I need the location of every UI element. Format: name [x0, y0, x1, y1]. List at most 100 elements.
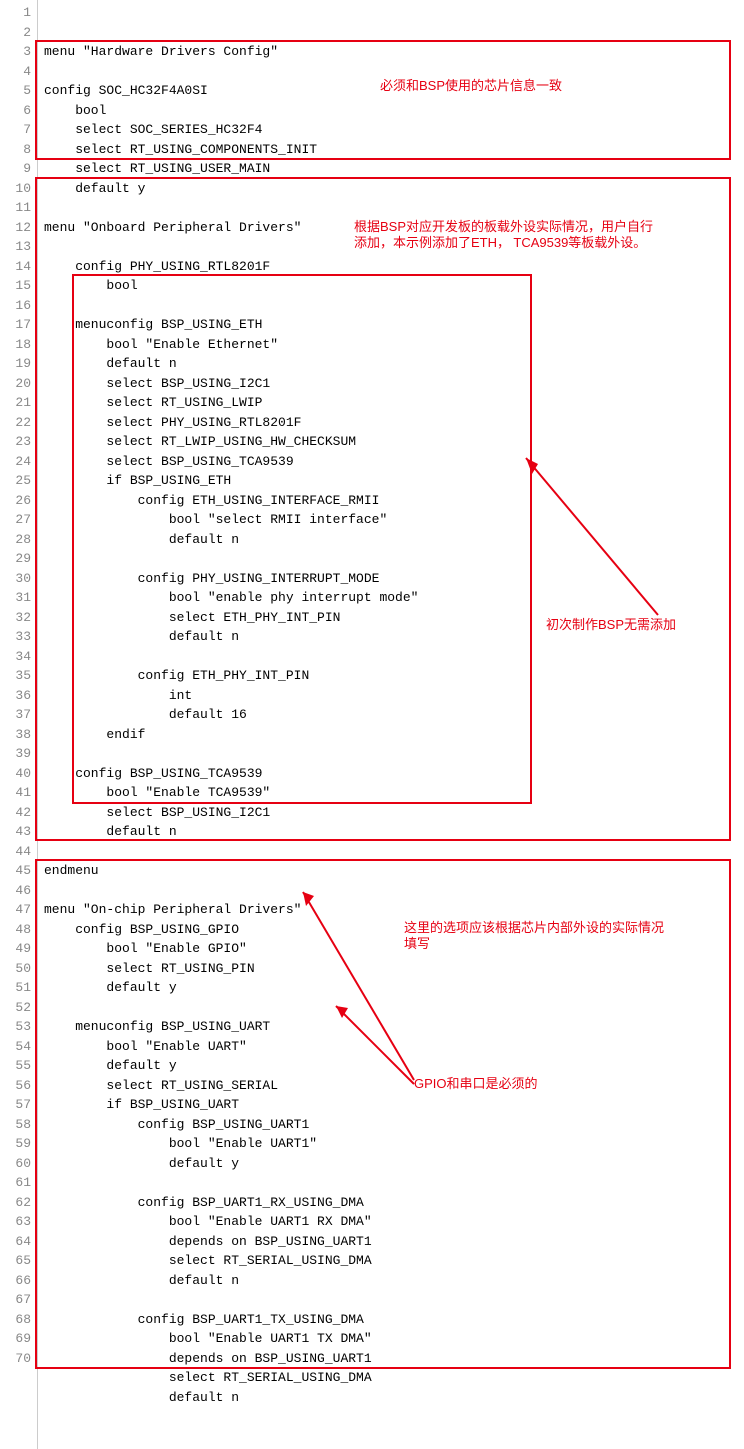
code-line: bool "Enable UART1 RX DMA": [44, 1212, 744, 1232]
line-number: 42: [0, 803, 31, 823]
code-line: select BSP_USING_TCA9539: [44, 452, 744, 472]
line-number: 19: [0, 354, 31, 374]
code-line: bool "Enable GPIO": [44, 939, 744, 959]
line-number: 16: [0, 296, 31, 316]
code-line: depends on BSP_USING_UART1: [44, 1349, 744, 1369]
code-line: config ETH_USING_INTERFACE_RMII: [44, 491, 744, 511]
code-line: default n: [44, 1388, 744, 1408]
line-number: 34: [0, 647, 31, 667]
code-line: select RT_USING_LWIP: [44, 393, 744, 413]
line-number: 69: [0, 1329, 31, 1349]
code-line: select RT_USING_USER_MAIN: [44, 159, 744, 179]
code-line: config BSP_USING_GPIO: [44, 920, 744, 940]
code-line: menu "Hardware Drivers Config": [44, 42, 744, 62]
code-line: [44, 744, 744, 764]
line-number: 36: [0, 686, 31, 706]
line-number: 3: [0, 42, 31, 62]
line-number: 1: [0, 3, 31, 23]
line-number: 43: [0, 822, 31, 842]
code-line: default y: [44, 179, 744, 199]
code-line: bool "enable phy interrupt mode": [44, 588, 744, 608]
code-line: default n: [44, 822, 744, 842]
line-number: 62: [0, 1193, 31, 1213]
line-number: 28: [0, 530, 31, 550]
code-line: config PHY_USING_INTERRUPT_MODE: [44, 569, 744, 589]
code-line: select RT_USING_SERIAL: [44, 1076, 744, 1096]
line-number: 64: [0, 1232, 31, 1252]
code-line: if BSP_USING_UART: [44, 1095, 744, 1115]
line-number: 40: [0, 764, 31, 784]
line-number: 7: [0, 120, 31, 140]
line-number: 17: [0, 315, 31, 335]
code-line: default y: [44, 1154, 744, 1174]
code-line: select PHY_USING_RTL8201F: [44, 413, 744, 433]
code-line: config BSP_USING_UART1: [44, 1115, 744, 1135]
line-number: 35: [0, 666, 31, 686]
line-number: 11: [0, 198, 31, 218]
code-line: bool: [44, 276, 744, 296]
code-line: bool "Enable UART1 TX DMA": [44, 1329, 744, 1349]
line-number: 41: [0, 783, 31, 803]
line-number: 50: [0, 959, 31, 979]
code-line: bool "Enable TCA9539": [44, 783, 744, 803]
code-line: [44, 549, 744, 569]
code-line: select RT_USING_COMPONENTS_INIT: [44, 140, 744, 160]
line-number: 10: [0, 179, 31, 199]
line-number: 70: [0, 1349, 31, 1369]
line-number: 55: [0, 1056, 31, 1076]
line-number: 53: [0, 1017, 31, 1037]
line-number: 27: [0, 510, 31, 530]
line-number: 52: [0, 998, 31, 1018]
code-line: default n: [44, 627, 744, 647]
code-line: [44, 198, 744, 218]
code-line: endif: [44, 725, 744, 745]
code-line: [44, 296, 744, 316]
code-line: [44, 1290, 744, 1310]
code-line: default y: [44, 1056, 744, 1076]
line-number: 37: [0, 705, 31, 725]
code-line: menu "Onboard Peripheral Drivers": [44, 218, 744, 238]
line-number: 65: [0, 1251, 31, 1271]
line-number: 54: [0, 1037, 31, 1057]
line-number: 38: [0, 725, 31, 745]
code-line: menuconfig BSP_USING_UART: [44, 1017, 744, 1037]
code-line: bool: [44, 101, 744, 121]
line-number: 46: [0, 881, 31, 901]
code-line: select BSP_USING_I2C1: [44, 374, 744, 394]
line-number: 44: [0, 842, 31, 862]
code-line: config BSP_UART1_TX_USING_DMA: [44, 1310, 744, 1330]
code-line: endmenu: [44, 861, 744, 881]
code-area: menu "Hardware Drivers Config" config SOC…: [38, 0, 744, 1449]
code-line: [44, 62, 744, 82]
code-line: bool "select RMII interface": [44, 510, 744, 530]
code-line: select RT_SERIAL_USING_DMA: [44, 1368, 744, 1388]
code-line: default n: [44, 354, 744, 374]
code-line: config BSP_UART1_RX_USING_DMA: [44, 1193, 744, 1213]
line-number: 67: [0, 1290, 31, 1310]
line-number: 29: [0, 549, 31, 569]
code-line: select SOC_SERIES_HC32F4: [44, 120, 744, 140]
line-number: 59: [0, 1134, 31, 1154]
code-line: config ETH_PHY_INT_PIN: [44, 666, 744, 686]
code-line: bool "Enable UART": [44, 1037, 744, 1057]
line-number: 9: [0, 159, 31, 179]
line-number: 13: [0, 237, 31, 257]
code-line: config SOC_HC32F4A0SI: [44, 81, 744, 101]
code-line: menuconfig BSP_USING_ETH: [44, 315, 744, 335]
line-number: 33: [0, 627, 31, 647]
code-line: default n: [44, 1271, 744, 1291]
code-line: default n: [44, 530, 744, 550]
code-line: [44, 842, 744, 862]
line-number: 4: [0, 62, 31, 82]
line-number-gutter: 1234567891011121314151617181920212223242…: [0, 0, 38, 1449]
code-line: config BSP_USING_TCA9539: [44, 764, 744, 784]
line-number: 45: [0, 861, 31, 881]
code-line: [44, 1173, 744, 1193]
line-number: 68: [0, 1310, 31, 1330]
line-number: 2: [0, 23, 31, 43]
line-number: 5: [0, 81, 31, 101]
line-number: 57: [0, 1095, 31, 1115]
line-number: 47: [0, 900, 31, 920]
line-number: 21: [0, 393, 31, 413]
line-number: 23: [0, 432, 31, 452]
